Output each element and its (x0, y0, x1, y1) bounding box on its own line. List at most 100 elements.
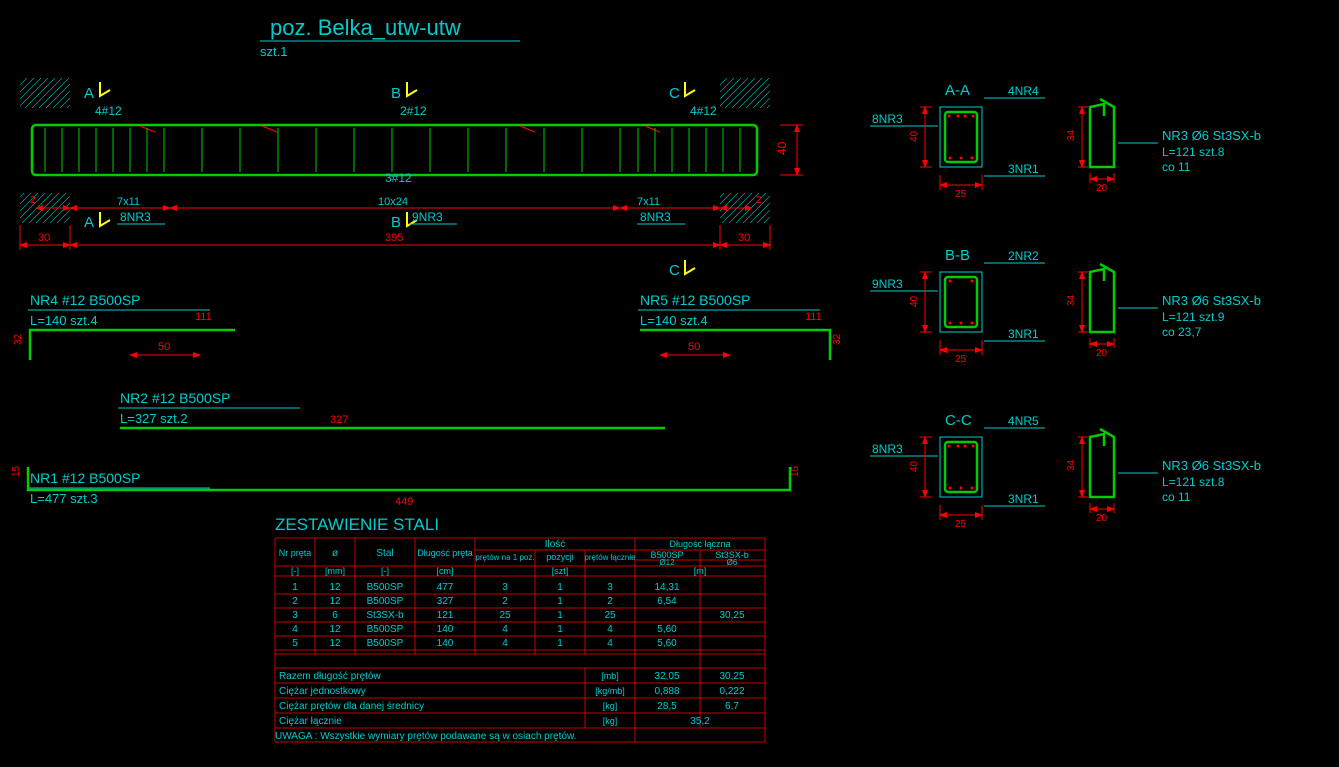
callout-left: 8NR3 (120, 210, 151, 224)
sum3-s: 6,7 (725, 701, 739, 712)
mark-a-bot: A (84, 214, 94, 231)
sec-cc-h: 40 (909, 460, 920, 472)
table-cell: 4 (502, 638, 508, 649)
bar-nr1-title: NR1 #12 B500SP (30, 470, 141, 486)
table-cell: 140 (437, 624, 454, 635)
sec-bb-top: 2NR2 (1008, 249, 1039, 263)
mark-b-top: B (391, 85, 401, 102)
th-ilosc: Ilość (545, 539, 566, 550)
table-cell: 5,60 (657, 638, 677, 649)
table-cell: 12 (329, 638, 341, 649)
callout-right: 8NR3 (640, 210, 671, 224)
stirrup-aa-title: NR3 Ø6 St3SX-b (1162, 128, 1261, 143)
bar-nr5-title: NR5 #12 B500SP (640, 292, 751, 308)
table-cell: 12 (329, 624, 341, 635)
th-poz: pozycji (546, 552, 574, 562)
stirrup-right: 7x11 (637, 196, 660, 208)
table-cell: 4 (292, 624, 298, 635)
bar-nr5-len: 111 (805, 311, 822, 323)
mark-b-bot: B (391, 214, 401, 231)
table-cell: 3 (502, 582, 508, 593)
u4: [cm] (437, 566, 454, 576)
table-cell: B500SP (367, 596, 404, 607)
stirrup-cc-h: 34 (1066, 459, 1077, 471)
stirrup-aa-l2: L=121 szt.8 (1162, 145, 1225, 159)
sec-aa-top: 4NR4 (1008, 84, 1039, 98)
bar-nr2: NR2 #12 B500SP L=327 szt.2 327 (118, 390, 665, 428)
bar-nr4: NR4 #12 B500SP L=140 szt.4 111 32 50 (13, 292, 235, 360)
table-cell: 25 (604, 610, 616, 621)
table-cell: 140 (437, 638, 454, 649)
top-rebar-left: 4#12 (95, 104, 122, 118)
sum2-u: [kg/mb] (595, 686, 625, 696)
section-cc: C-C 4NR5 8NR3 3NR1 40 25 34 20 NR3 Ø6 St… (870, 412, 1261, 530)
sec-bb-title: B-B (945, 247, 970, 264)
sum4-l: Ciężar łącznie (279, 716, 342, 727)
bar-nr5-hook: 50 (688, 341, 700, 353)
table-cell: 2 (502, 596, 508, 607)
table-cell: 327 (437, 596, 454, 607)
bar-nr4-side: 32 (13, 333, 24, 345)
table-cell: 6,54 (657, 596, 677, 607)
top-rebar-mid: 2#12 (400, 104, 427, 118)
table-cell: 1 (557, 624, 563, 635)
stirrup-cc-l3: co 11 (1162, 490, 1191, 504)
sum4-v: 35,2 (690, 716, 710, 727)
mark-a-top: A (84, 85, 94, 102)
sec-aa-w: 25 (955, 189, 967, 200)
stirrup-bb-title: NR3 Ø6 St3SX-b (1162, 293, 1261, 308)
bar-nr1-sider: 15 (790, 465, 801, 477)
stirrup-aa-h: 34 (1066, 129, 1077, 141)
stirrup-cc-title: NR3 Ø6 St3SX-b (1162, 458, 1261, 473)
sum1-l: Razem długość prętów (279, 671, 381, 682)
stirrup-cc-l2: L=121 szt.8 (1162, 475, 1225, 489)
stirrup-bb-l2: L=121 szt.9 (1162, 310, 1225, 324)
mark-c-top: C (669, 85, 680, 102)
section-bb: B-B 2NR2 9NR3 3NR1 40 25 34 20 NR3 Ø6 St… (870, 247, 1261, 365)
sum1-s: 30,25 (719, 671, 744, 682)
sec-bb-left: 9NR3 (872, 277, 903, 291)
bar-nr1-len: 449 (395, 496, 413, 508)
stirrup-aa-w: 20 (1096, 183, 1108, 194)
th-stal: Stal (376, 548, 393, 559)
th-dllacz: Długość łączna (669, 539, 730, 549)
table-cell: 2 (292, 596, 298, 607)
u3: [-] (381, 566, 389, 576)
table-cell: B500SP (367, 624, 404, 635)
section-aa: A-A 4NR4 8NR3 3NR1 40 25 34 20 NR3 Ø6 St… (870, 82, 1261, 200)
u5: [szt] (552, 566, 569, 576)
sum3-u: [kg] (603, 701, 618, 711)
stirrup-bb-w: 20 (1096, 348, 1108, 359)
table-rows: 112B500SP47731314,31212B500SP3272126,543… (275, 582, 765, 650)
bar-nr2-len: 327 (330, 414, 348, 426)
spacer-r: 2 (756, 195, 762, 206)
sec-cc-w: 25 (955, 519, 967, 530)
sum1-u: [mb] (601, 671, 619, 681)
table-cell: 1 (292, 582, 298, 593)
stirrup-left: 7x11 (117, 196, 140, 208)
sum4-u: [kg] (603, 716, 618, 726)
table-cell: 2 (607, 596, 613, 607)
bar-nr4-hook: 50 (158, 341, 170, 353)
sum1-b: 32,05 (654, 671, 679, 682)
table-cell: 5,60 (657, 624, 677, 635)
sum2-l: Ciężar jednostkowy (279, 686, 366, 697)
dim-height: 40 (775, 141, 789, 155)
bar-nr5: NR5 #12 B500SP L=140 szt.4 111 32 50 (638, 292, 843, 360)
sec-cc-top: 4NR5 (1008, 414, 1039, 428)
callout-mid: 9NR3 (412, 210, 443, 224)
sec-bb-w: 25 (955, 354, 967, 365)
sec-bb-h: 40 (909, 295, 920, 307)
sec-cc-title: C-C (945, 412, 972, 429)
mid-bar-label: 3#12 (385, 171, 412, 185)
sum3-l: Ciężar prętów dla danej średnicy (279, 701, 424, 712)
spacer-l: 2 (30, 195, 36, 206)
bar-nr5-side: 32 (832, 333, 843, 345)
u2: [mm] (325, 566, 345, 576)
th-d12: Ø12 (659, 558, 675, 567)
sec-aa-left: 8NR3 (872, 112, 903, 126)
table-cell: 12 (329, 582, 341, 593)
mark-c-bot: C (669, 262, 680, 279)
stirrup-mid: 10x24 (378, 196, 408, 208)
table-cell: B500SP (367, 582, 404, 593)
